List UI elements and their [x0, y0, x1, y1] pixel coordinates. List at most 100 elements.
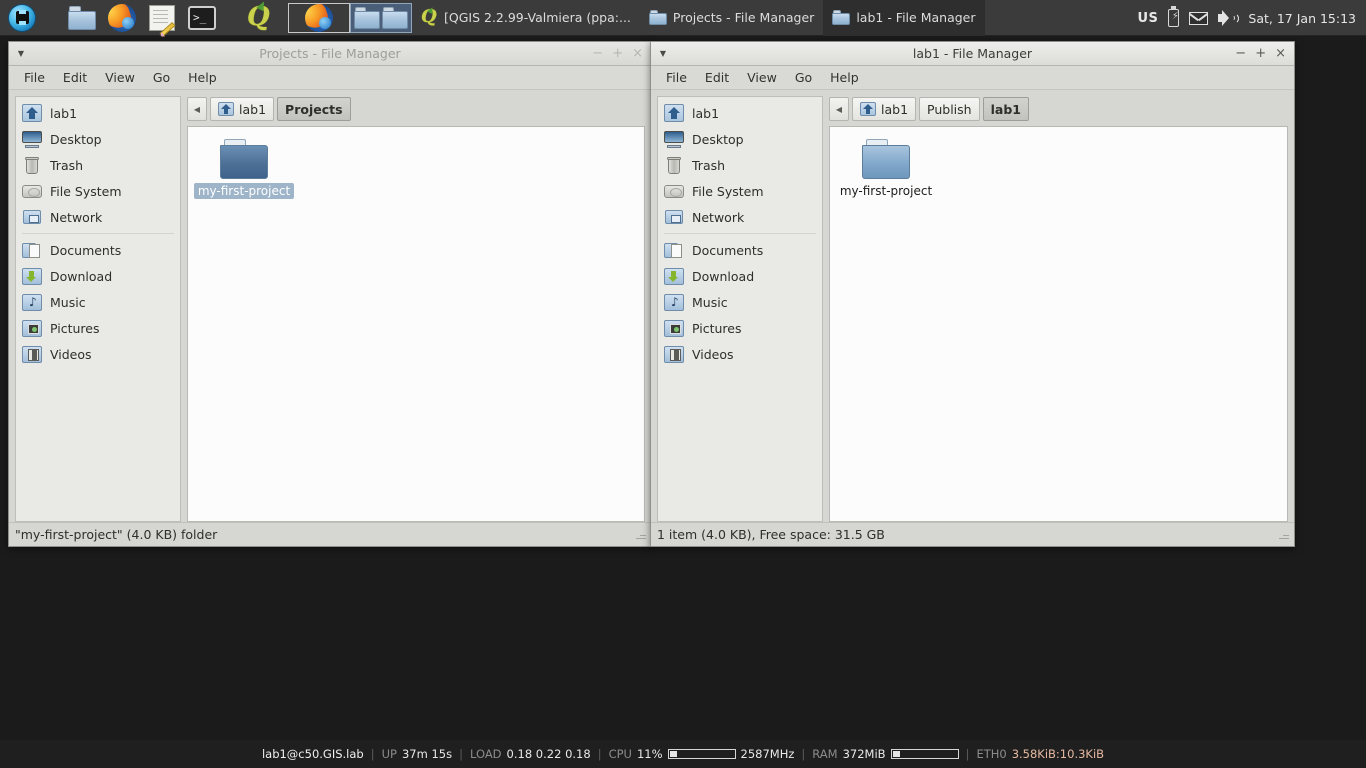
- breadcrumb-label: lab1: [881, 101, 909, 117]
- minimize-button[interactable]: −: [1235, 47, 1246, 60]
- sidebar-item-desktop[interactable]: Desktop: [16, 126, 180, 152]
- menu-go[interactable]: Go: [144, 67, 179, 88]
- music-folder-icon: ♪: [22, 293, 42, 311]
- back-button[interactable]: ◀: [187, 97, 207, 121]
- places-sidebar[interactable]: lab1 Desktop Trash File System Network D…: [657, 96, 823, 522]
- home-icon: [860, 102, 876, 116]
- pictures-folder-icon: [22, 319, 42, 337]
- breadcrumb-lab1[interactable]: lab1: [210, 97, 275, 121]
- home-icon: [218, 102, 234, 116]
- resize-grip[interactable]: [635, 529, 646, 540]
- sidebar-item-videos[interactable]: Videos: [658, 341, 822, 367]
- keyboard-layout-indicator[interactable]: US: [1137, 11, 1158, 26]
- sidebar-item-label: Desktop: [692, 131, 744, 147]
- maximize-button[interactable]: +: [1255, 47, 1266, 60]
- videos-folder-icon: [22, 345, 42, 363]
- sidebar-item-label: Pictures: [692, 320, 742, 336]
- launcher-file-manager[interactable]: [62, 0, 102, 36]
- window-group-browser[interactable]: [288, 2, 350, 33]
- back-button[interactable]: ◀: [829, 97, 849, 121]
- separator: |: [370, 747, 375, 761]
- breadcrumb-lab1-root[interactable]: lab1: [852, 97, 917, 121]
- sidebar-item-lab1[interactable]: lab1: [658, 100, 822, 126]
- titlebar[interactable]: ▼ lab1 - File Manager − + ×: [651, 42, 1294, 66]
- desktop: >_ Q Q [QGIS 2.2.99-Valmiera (ppa:... Pr…: [0, 0, 1366, 768]
- file-item-my-first-project[interactable]: my-first-project: [838, 139, 934, 199]
- window-button-label: [QGIS 2.2.99-Valmiera (ppa:...: [444, 10, 631, 25]
- file-list-view[interactable]: my-first-project: [187, 126, 645, 522]
- breadcrumb-projects[interactable]: Projects: [277, 97, 351, 121]
- minimize-button[interactable]: −: [592, 47, 603, 60]
- sidebar-item-music[interactable]: ♪ Music: [16, 289, 180, 315]
- folder-icon: [832, 10, 851, 25]
- launcher-qgis[interactable]: Q: [240, 0, 280, 36]
- menu-edit[interactable]: Edit: [54, 67, 96, 88]
- sidebar-item-lab1[interactable]: lab1: [16, 100, 180, 126]
- sidebar-item-file-system[interactable]: File System: [658, 178, 822, 204]
- sidebar-item-trash[interactable]: Trash: [16, 152, 180, 178]
- sidebar-item-documents[interactable]: Documents: [16, 237, 180, 263]
- sidebar-item-network[interactable]: Network: [16, 204, 180, 230]
- launcher-web-browser[interactable]: [102, 0, 142, 36]
- menu-view[interactable]: View: [96, 67, 144, 88]
- launcher-terminal[interactable]: >_: [182, 0, 222, 36]
- sidebar-item-download[interactable]: Download: [658, 263, 822, 289]
- menu-go[interactable]: Go: [786, 67, 821, 88]
- battery-icon[interactable]: ⚡: [1168, 6, 1180, 27]
- qgis-icon: Q: [421, 5, 437, 27]
- window-group-file-managers[interactable]: [350, 2, 412, 33]
- sidebar-item-label: Download: [692, 268, 755, 284]
- whisker-menu-button[interactable]: [0, 0, 44, 36]
- chevron-down-icon[interactable]: ▼: [13, 46, 29, 62]
- sidebar-item-file-system[interactable]: File System: [16, 178, 180, 204]
- close-button[interactable]: ×: [1275, 47, 1286, 60]
- window-button-label: lab1 - File Manager: [856, 10, 976, 25]
- sidebar-item-videos[interactable]: Videos: [16, 341, 180, 367]
- file-list-view[interactable]: my-first-project: [829, 126, 1288, 522]
- window-button-lab1[interactable]: lab1 - File Manager: [823, 0, 985, 36]
- menu-file[interactable]: File: [15, 67, 54, 88]
- window-projects-file-manager[interactable]: ▼ Projects - File Manager − + × File Edi…: [8, 41, 652, 547]
- menu-help[interactable]: Help: [821, 67, 868, 88]
- clock[interactable]: Sat, 17 Jan 15:13: [1248, 11, 1356, 26]
- maximize-button[interactable]: +: [612, 47, 623, 60]
- window-lab1-file-manager[interactable]: ▼ lab1 - File Manager − + × File Edit Vi…: [650, 41, 1295, 547]
- menu-file[interactable]: File: [657, 67, 696, 88]
- folder-icon: [220, 139, 268, 179]
- speaker-icon[interactable]: [1218, 10, 1240, 26]
- sidebar-item-network[interactable]: Network: [658, 204, 822, 230]
- chevron-down-icon[interactable]: ▼: [655, 46, 671, 62]
- sidebar-item-pictures[interactable]: Pictures: [658, 315, 822, 341]
- folder-icon: [68, 5, 96, 30]
- sidebar-item-label: lab1: [50, 105, 78, 121]
- mail-icon[interactable]: [1189, 11, 1209, 25]
- file-item-my-first-project[interactable]: my-first-project: [193, 139, 295, 199]
- resize-grip[interactable]: [1278, 529, 1289, 540]
- sidebar-item-trash[interactable]: Trash: [658, 152, 822, 178]
- window-button-browser[interactable]: [291, 3, 347, 32]
- uptime-label: UP: [381, 747, 397, 761]
- breadcrumb-label: lab1: [990, 101, 1021, 117]
- sidebar-item-download[interactable]: Download: [16, 263, 180, 289]
- breadcrumb-label: Projects: [285, 101, 343, 117]
- menu-edit[interactable]: Edit: [696, 67, 738, 88]
- places-sidebar[interactable]: lab1 Desktop Trash File System Network D…: [15, 96, 181, 522]
- window-button-projects[interactable]: Projects - File Manager: [640, 0, 823, 36]
- separator: |: [597, 747, 602, 761]
- close-button[interactable]: ×: [632, 47, 643, 60]
- hostname-label: lab1@c50.GIS.lab: [261, 747, 364, 761]
- breadcrumb-label: lab1: [239, 101, 267, 117]
- sidebar-item-music[interactable]: ♪ Music: [658, 289, 822, 315]
- breadcrumb-lab1-current[interactable]: lab1: [982, 97, 1029, 121]
- menu-help[interactable]: Help: [179, 67, 226, 88]
- sidebar-item-desktop[interactable]: Desktop: [658, 126, 822, 152]
- titlebar[interactable]: ▼ Projects - File Manager − + ×: [9, 42, 651, 66]
- sidebar-divider: [664, 233, 816, 234]
- window-button-qgis[interactable]: Q [QGIS 2.2.99-Valmiera (ppa:...: [412, 0, 640, 36]
- window-button-label: Projects - File Manager: [672, 10, 815, 25]
- sidebar-item-documents[interactable]: Documents: [658, 237, 822, 263]
- sidebar-item-pictures[interactable]: Pictures: [16, 315, 180, 341]
- launcher-text-editor[interactable]: [142, 0, 182, 37]
- menu-view[interactable]: View: [738, 67, 786, 88]
- breadcrumb-publish[interactable]: Publish: [919, 97, 980, 121]
